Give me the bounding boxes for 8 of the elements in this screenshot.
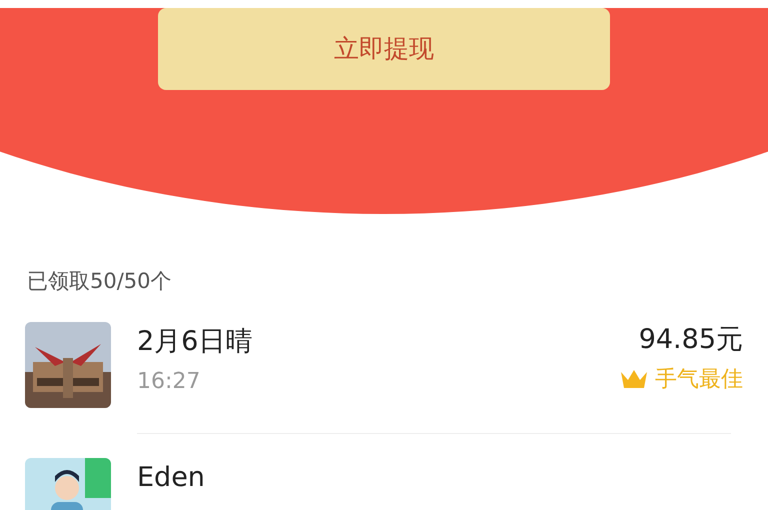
- best-luck-label: 手气最佳: [655, 366, 743, 394]
- claim-time: 16:27: [137, 368, 202, 396]
- user-name: Eden: [137, 460, 205, 494]
- amount: 94.85元: [638, 322, 743, 356]
- claimed-count: 已领取50/50个: [27, 268, 173, 295]
- crown-icon: [619, 368, 649, 390]
- user-name: 2月6日晴: [137, 324, 252, 358]
- withdraw-button[interactable]: 立即提现: [158, 8, 610, 90]
